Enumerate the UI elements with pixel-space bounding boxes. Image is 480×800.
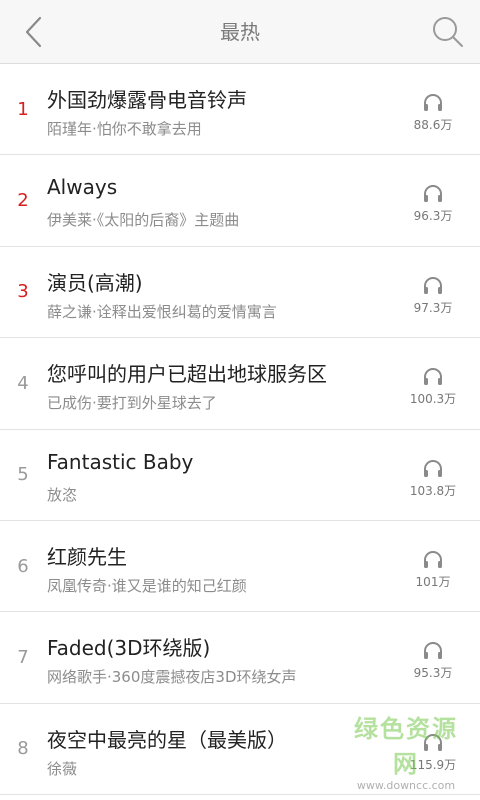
play-count: 97.3万 (413, 300, 453, 315)
play-count-group: 96.3万 (398, 183, 468, 224)
rank-number: 8 (17, 738, 29, 760)
song-item[interactable]: 1 外国劲爆露骨电音铃声 陌瑾年·怕你不敢拿去用 88.6万 (0, 64, 480, 156)
headphones-icon (424, 368, 442, 386)
play-count: 100.3万 (409, 392, 457, 407)
rank-number: 7 (17, 647, 29, 669)
play-count: 101万 (415, 574, 451, 589)
song-subtitle: 徐薇 (47, 759, 78, 778)
song-subtitle: 陌瑾年·怕你不敢拿去用 (47, 120, 202, 138)
play-count: 95.3万 (413, 666, 453, 681)
play-count: 96.3万 (413, 209, 453, 224)
play-count-group: 115.9万 (398, 732, 468, 773)
chevron-left-icon (25, 16, 42, 48)
play-count-group: 95.3万 (398, 640, 468, 681)
headphones-icon (424, 733, 442, 751)
song-subtitle: 放恣 (47, 485, 78, 504)
page-title: 最热 (220, 20, 260, 44)
song-title: 夜空中最亮的星（最美版） (47, 727, 287, 752)
song-subtitle: 伊美莱·《太阳的后裔》主题曲 (47, 211, 240, 230)
song-item[interactable]: 8 夜空中最亮的星（最美版） 徐薇 115.9万 (0, 704, 480, 796)
song-title: Faded(3D环绕版) (47, 636, 211, 661)
headphones-icon (424, 459, 442, 477)
headphones-icon (424, 94, 442, 111)
rank-number: 6 (17, 555, 29, 577)
headphones-icon (424, 551, 442, 568)
song-subtitle: 已成伤·要打到外星球去了 (47, 394, 217, 413)
song-item[interactable]: 4 您呼叫的用户已超出地球服务区 已成伤·要打到外星球去了 100.3万 (0, 338, 480, 430)
song-title: 外国劲爆露骨电音铃声 (47, 88, 247, 112)
rank-number: 5 (17, 464, 29, 486)
song-title: 红颜先生 (47, 544, 127, 569)
headphones-icon (424, 185, 442, 203)
play-count-group: 97.3万 (398, 275, 468, 316)
rank-number: 1 (17, 98, 29, 120)
song-title: Fantastic Baby (47, 449, 194, 474)
play-count: 88.6万 (413, 118, 453, 132)
song-subtitle: 凤凰传奇·谁又是谁的知己红颜 (47, 576, 247, 595)
song-title: Always (47, 175, 118, 200)
song-item[interactable]: 6 红颜先生 凤凰传奇·谁又是谁的知己红颜 101万 (0, 521, 480, 613)
play-count-group: 88.6万 (398, 92, 468, 133)
search-button[interactable] (428, 12, 468, 52)
song-subtitle: 薛之谦·诠释出爱恨纠葛的爱情寓言 (47, 302, 277, 321)
play-count: 115.9万 (409, 757, 457, 772)
song-item[interactable]: 3 演员(高潮) 薛之谦·诠释出爱恨纠葛的爱情寓言 97.3万 (0, 247, 480, 339)
song-title: 您呼叫的用户已超出地球服务区 (47, 362, 327, 387)
rank-number: 2 (17, 190, 29, 212)
headphones-icon (424, 642, 442, 660)
play-count-group: 100.3万 (398, 366, 468, 407)
song-item[interactable]: 2 Always 伊美莱·《太阳的后裔》主题曲 96.3万 (0, 155, 480, 247)
song-item[interactable]: 7 Faded(3D环绕版) 网络歌手·360度震撼夜店3D环绕女声 95.3万 (0, 612, 480, 704)
song-list: 1 外国劲爆露骨电音铃声 陌瑾年·怕你不敢拿去用 88.6万 2 Always … (0, 64, 480, 796)
back-button[interactable] (16, 12, 52, 52)
search-icon (433, 17, 463, 47)
play-count-group: 103.8万 (398, 458, 468, 499)
song-item[interactable]: 5 Fantastic Baby 放恣 103.8万 (0, 430, 480, 521)
song-subtitle: 网络歌手·360度震撼夜店3D环绕女声 (47, 668, 297, 687)
headphones-icon (424, 276, 442, 294)
rank-number: 4 (17, 372, 29, 394)
play-count: 103.8万 (409, 483, 457, 498)
header-bar: 最热 (0, 0, 480, 64)
song-title: 演员(高潮) (47, 270, 143, 295)
rank-number: 3 (17, 281, 29, 303)
play-count-group: 101万 (398, 549, 468, 590)
